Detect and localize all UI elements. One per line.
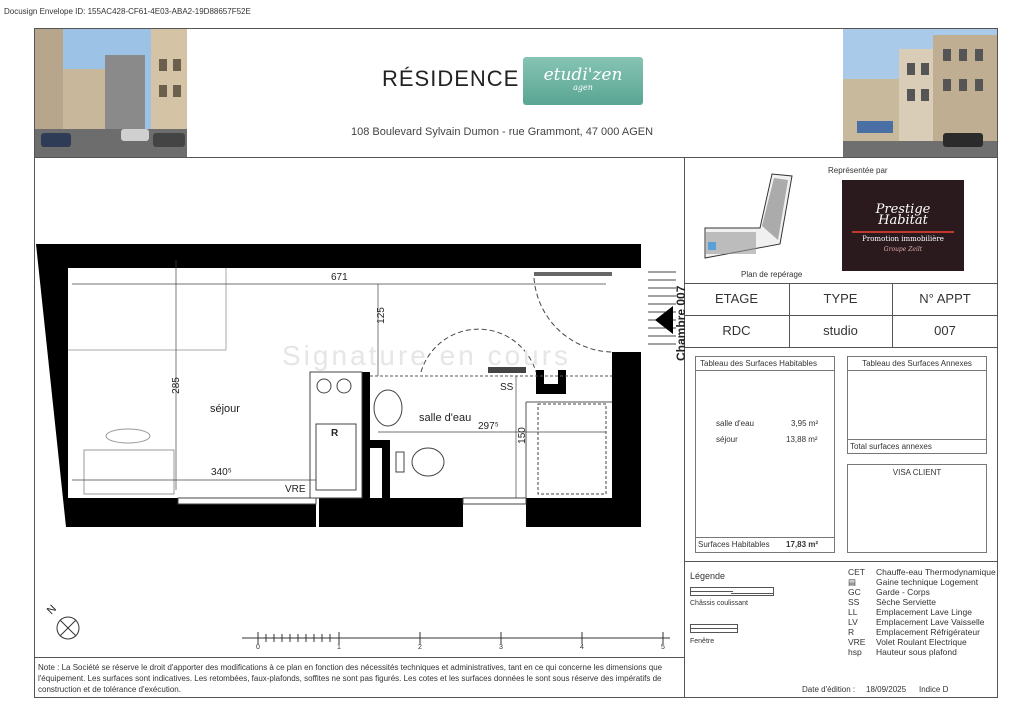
street-photo-right [843,29,997,157]
brand-tag: Promotion immobilière [862,235,944,243]
address: 108 Boulevard Sylvain Dumon - rue Grammo… [351,126,654,138]
edition-date-value: 18/09/2025 [866,685,907,694]
side-label-chambre: Chambre 007 [674,285,688,361]
legend-title: Légende [690,571,726,581]
signature-watermark: Signature en cours [282,340,572,371]
brand-rule [852,231,954,233]
legend-item-gc: GC Garde - Corps [848,587,930,597]
label-ss: SS [500,382,514,393]
row-salle-deau-name: salle d'eau [716,419,754,428]
logo-subtext: agen [573,83,593,92]
bathroom-window [462,497,527,505]
prestige-habitat-logo: Prestige Habitat Promotion immobilière G… [842,180,964,271]
surfaces-annexes-title: Tableau des Surfaces Annexes [848,357,986,371]
locator-caption: Plan de repérage [741,270,803,279]
panel-divider [684,157,685,698]
legend-item-ss: SS Sèche Serviette [848,597,937,607]
visa-client-title: VISA CLIENT [892,468,942,477]
room-salle-deau: salle d'eau [419,412,472,424]
visa-client-box: VISA CLIENT [847,464,987,553]
window-symbol [690,624,738,633]
unit-table-top [684,283,998,284]
dim-285: 285 [170,377,182,394]
window-label: Fenêtre [690,638,715,645]
disclaimer-note: Note : La Société se réserve le droit d'… [38,663,663,694]
surfaces-habitables-title: Tableau des Surfaces Habitables [696,357,834,371]
sejour-window [177,497,317,505]
edition-date-label: Date d'édition : [802,685,856,694]
residence-title: RÉSIDENCE [382,66,520,91]
shower [537,403,607,495]
dim-125: 125 [375,307,387,324]
scale-tick-2: 2 [418,644,422,651]
scale-tick-3: 3 [499,644,503,651]
envelope-id: Docusign Envelope ID: 155AC428-CF61-4E03… [4,7,251,16]
header-type: TYPE [823,291,858,306]
dim-150: 150 [516,427,528,444]
value-type: studio [823,323,858,338]
note-divider [34,657,684,658]
entry-door [534,272,612,276]
row-sejour-value: 13,88 m² [786,435,818,444]
chassis-symbol [690,587,774,596]
legend-item-r: R Emplacement Réfrigérateur [848,627,980,637]
surfaces-habitables-table: Tableau des Surfaces Habitables salle d'… [695,356,835,553]
value-etage: RDC [722,323,751,338]
row-salle-deau-value: 3,95 m² [791,419,819,428]
dim-2975: 297⁵ [478,421,499,432]
header-etage: ETAGE [714,291,759,306]
row-sejour-name: séjour [716,435,738,444]
total-habitables-value: 17,83 m² [786,540,819,549]
outer-wall-right [612,352,641,527]
scale-tick-4: 4 [580,644,584,651]
bathroom-wall-niche-side [382,440,390,498]
brand-line2: Habitat [878,213,928,228]
unit-table-mid [684,315,998,316]
label-r: R [331,428,339,439]
scale-tick-1: 1 [337,644,341,651]
gaine-void [544,370,558,384]
total-annexes-label: Total surfaces annexes [850,442,932,451]
surfaces-annexes-table: Tableau des Surfaces Annexes Total surfa… [847,356,987,454]
represented-by-label: Représentée par [828,166,888,175]
index-label: Indice D [919,685,949,694]
legend-item-lv: LV Emplacement Lave Vaisselle [848,617,985,627]
dim-3405: 340⁵ [211,467,232,478]
locator-plan [700,166,800,266]
legend-item-ll: LL Emplacement Lave Linge [848,607,972,617]
legend-divider [684,561,998,562]
label-vre: VRE [285,484,306,495]
header-appt: N° APPT [919,291,971,306]
total-habitables-label: Surfaces Habitables [698,540,770,549]
table-icon [105,428,151,444]
legend-item-hsp: hsp Hauteur sous plafond [848,647,957,657]
scale-bar: 0 1 2 3 4 5 [242,630,672,654]
bed [83,449,175,495]
toilet-tank [395,451,405,473]
sink-icon [373,389,403,427]
scale-tick-0: 0 [256,644,260,651]
unit-table-bottom [684,347,998,348]
logo-text: etudi'zen [543,65,623,85]
bathroom-wall-left [362,372,370,498]
legend-item-cet: CET Chauffe-eau Thermodynamique [848,567,996,577]
chassis-label: Châssis coulissant [690,600,748,607]
value-appt: 007 [934,323,956,338]
room-sejour: séjour [210,403,240,415]
street-photo-left [35,29,187,157]
legend-item-vre: VRE Volet Roulant Electrique [848,637,967,647]
floor-plan [36,240,676,530]
dim-671: 671 [331,272,348,283]
etudizen-logo: etudi'zen agen [523,57,643,105]
entry-arrow-icon [655,306,673,334]
scale-tick-5: 5 [661,644,665,651]
brand-group: Groupe Zeilt [883,246,923,253]
toilet-icon [411,447,445,477]
header-divider [34,157,998,158]
outer-wall-bottom-mid [319,498,463,527]
